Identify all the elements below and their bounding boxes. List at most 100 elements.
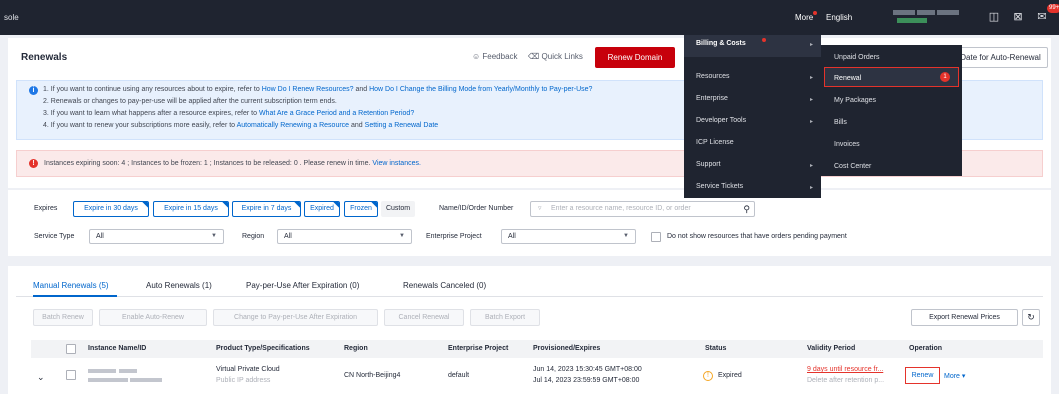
tab-renewals-canceled[interactable]: Renewals Canceled (0) bbox=[403, 281, 486, 290]
expired-status-icon: ! bbox=[703, 371, 713, 381]
pending-payment-checkbox[interactable] bbox=[651, 232, 661, 242]
more-menu-trigger[interactable]: More bbox=[795, 11, 818, 22]
cancel-renewal-button[interactable]: Cancel Renewal bbox=[384, 309, 464, 326]
quick-links-icon: ⌫ bbox=[528, 52, 542, 61]
menu-enterprise[interactable]: Enterprise bbox=[696, 95, 728, 102]
region-select[interactable]: All ▼ bbox=[277, 229, 412, 244]
col-validity: Validity Period bbox=[807, 345, 856, 352]
select-all-checkbox[interactable] bbox=[66, 344, 76, 354]
view-instances-link[interactable]: View instances. bbox=[372, 160, 421, 167]
submenu-invoices[interactable]: Invoices bbox=[834, 141, 860, 148]
enterprise-project-select[interactable]: All ▼ bbox=[501, 229, 636, 244]
service-type-select[interactable]: All ▼ bbox=[89, 229, 224, 244]
col-operation: Operation bbox=[909, 345, 943, 352]
feedback-label: Feedback bbox=[482, 52, 518, 61]
chevron-right-icon: ▸ bbox=[810, 119, 814, 125]
renewal-count-badge: 1 bbox=[940, 72, 950, 82]
renew-button[interactable]: Renew bbox=[905, 367, 940, 384]
pending-payment-label: Do not show resources that have orders p… bbox=[667, 233, 847, 240]
alert-text: Instances expiring soon: 4 ; Instances t… bbox=[44, 160, 421, 167]
info-line-4: 4. If you want to renew your subscriptio… bbox=[43, 122, 439, 129]
refresh-icon[interactable]: ↻ bbox=[1022, 309, 1040, 326]
message-icon[interactable]: ◫ bbox=[988, 11, 1000, 23]
warning-icon: ! bbox=[29, 159, 38, 168]
col-product: Product Type/Specifications bbox=[216, 345, 310, 352]
batch-renew-button[interactable]: Batch Renew bbox=[33, 309, 93, 326]
chip-custom[interactable]: Custom bbox=[381, 201, 415, 217]
feedback-link[interactable]: ☺ Feedback bbox=[472, 52, 518, 61]
col-region: Region bbox=[344, 345, 368, 352]
message-count-badge: 99+ bbox=[1047, 4, 1059, 13]
instance-name-redacted[interactable] bbox=[88, 369, 116, 373]
submenu-cost-center[interactable]: Cost Center bbox=[834, 163, 871, 170]
menu-support[interactable]: Support bbox=[696, 161, 721, 168]
menu-resources[interactable]: Resources bbox=[696, 73, 729, 80]
change-billing-link[interactable]: How Do I Change the Billing Mode from Ye… bbox=[369, 86, 592, 93]
row-validity-sub: Delete after retention p... bbox=[807, 377, 885, 384]
renewal-date-link[interactable]: Setting a Renewal Date bbox=[365, 122, 439, 129]
enable-auto-renew-button[interactable]: Enable Auto-Renew bbox=[99, 309, 207, 326]
info-icon: i bbox=[29, 86, 38, 95]
more-label: More bbox=[795, 13, 814, 22]
row-status: Expired bbox=[718, 372, 742, 379]
product-spec: Public IP address bbox=[216, 377, 271, 384]
chip-expire-7[interactable]: Expire in 7 days bbox=[232, 201, 301, 217]
cart-icon[interactable]: ⊠ bbox=[1012, 11, 1024, 23]
chip-frozen[interactable]: Frozen bbox=[344, 201, 378, 217]
col-provisioned: Provisioned/Expires bbox=[533, 345, 601, 352]
row-region: CN North-Beijing4 bbox=[344, 372, 401, 379]
quick-links[interactable]: ⌫ Quick Links bbox=[528, 52, 583, 61]
product-type: Virtual Private Cloud bbox=[216, 366, 280, 373]
how-renew-link[interactable]: How Do I Renew Resources? bbox=[262, 86, 354, 93]
row-validity[interactable]: 9 days until resource fr... bbox=[807, 366, 883, 373]
submenu-unpaid-orders[interactable]: Unpaid Orders bbox=[834, 54, 880, 61]
active-tab-indicator bbox=[33, 295, 117, 297]
row-expires: Jul 14, 2023 23:59:59 GMT+08:00 bbox=[533, 377, 640, 384]
search-input[interactable]: ▿ Enter a resource name, resource ID, or … bbox=[530, 201, 755, 217]
tab-divider bbox=[16, 296, 1043, 297]
chip-expire-15[interactable]: Expire in 15 days bbox=[153, 201, 229, 217]
submenu-renewal[interactable]: Renewal bbox=[834, 75, 861, 82]
chevron-right-icon: ▸ bbox=[810, 163, 814, 169]
grace-period-link[interactable]: What Are a Grace Period and a Retention … bbox=[259, 110, 414, 117]
menu-billing-costs[interactable]: Billing & Costs bbox=[696, 40, 746, 47]
chip-expired[interactable]: Expired bbox=[304, 201, 340, 217]
account-avatar[interactable] bbox=[893, 8, 961, 26]
info-line-3: 3. If you want to learn what happens aft… bbox=[43, 110, 415, 117]
more-dropdown-menu: Billing & Costs ▸ Resources ▸ Enterprise… bbox=[684, 35, 821, 198]
mail-icon[interactable]: ✉ bbox=[1036, 11, 1048, 23]
tab-auto-renewals[interactable]: Auto Renewals (1) bbox=[146, 281, 212, 290]
console-title[interactable]: sole bbox=[4, 13, 19, 22]
filter-panel bbox=[8, 190, 1051, 256]
feedback-icon: ☺ bbox=[472, 52, 483, 61]
chevron-down-icon: ▼ bbox=[623, 233, 629, 239]
language-switcher[interactable]: English bbox=[826, 13, 852, 22]
tab-pay-per-use[interactable]: Pay-per-Use After Expiration (0) bbox=[246, 281, 359, 290]
tab-manual-renewals[interactable]: Manual Renewals (5) bbox=[33, 281, 109, 290]
col-enterprise: Enterprise Project bbox=[448, 345, 509, 352]
menu-icp-license[interactable]: ICP License bbox=[696, 139, 734, 146]
search-icon[interactable]: ⚲ bbox=[743, 202, 750, 216]
auto-renewal-date-button[interactable]: Date for Auto-Renewal bbox=[953, 47, 1048, 68]
info-line-1: 1. If you want to continue using any res… bbox=[43, 86, 593, 93]
submenu-bills[interactable]: Bills bbox=[834, 119, 847, 126]
chevron-right-icon: ▸ bbox=[810, 185, 814, 191]
auto-renew-link[interactable]: Automatically Renewing a Resource bbox=[237, 122, 349, 129]
expand-row-icon[interactable]: ⌄ bbox=[37, 372, 45, 383]
submenu-my-packages[interactable]: My Packages bbox=[834, 97, 876, 104]
chevron-down-icon: ▼ bbox=[211, 233, 217, 239]
export-renewal-prices-button[interactable]: Export Renewal Prices bbox=[911, 309, 1018, 326]
row-checkbox[interactable] bbox=[66, 370, 76, 380]
info-line-2: 2. Renewals or changes to pay-per-use wi… bbox=[43, 98, 337, 105]
batch-export-button[interactable]: Batch Export bbox=[470, 309, 540, 326]
chip-expire-30[interactable]: Expire in 30 days bbox=[73, 201, 149, 217]
change-ppu-button[interactable]: Change to Pay-per-Use After Expiration bbox=[213, 309, 378, 326]
enterprise-project-label: Enterprise Project bbox=[426, 233, 482, 240]
more-actions-dropdown[interactable]: More ▾ bbox=[944, 372, 965, 380]
chevron-right-icon: ▸ bbox=[810, 42, 814, 48]
notification-dot bbox=[813, 11, 818, 15]
menu-service-tickets[interactable]: Service Tickets bbox=[696, 183, 743, 190]
region-label: Region bbox=[242, 233, 265, 240]
renew-domain-button[interactable]: Renew Domain bbox=[595, 47, 675, 68]
menu-developer-tools[interactable]: Developer Tools bbox=[696, 117, 746, 124]
